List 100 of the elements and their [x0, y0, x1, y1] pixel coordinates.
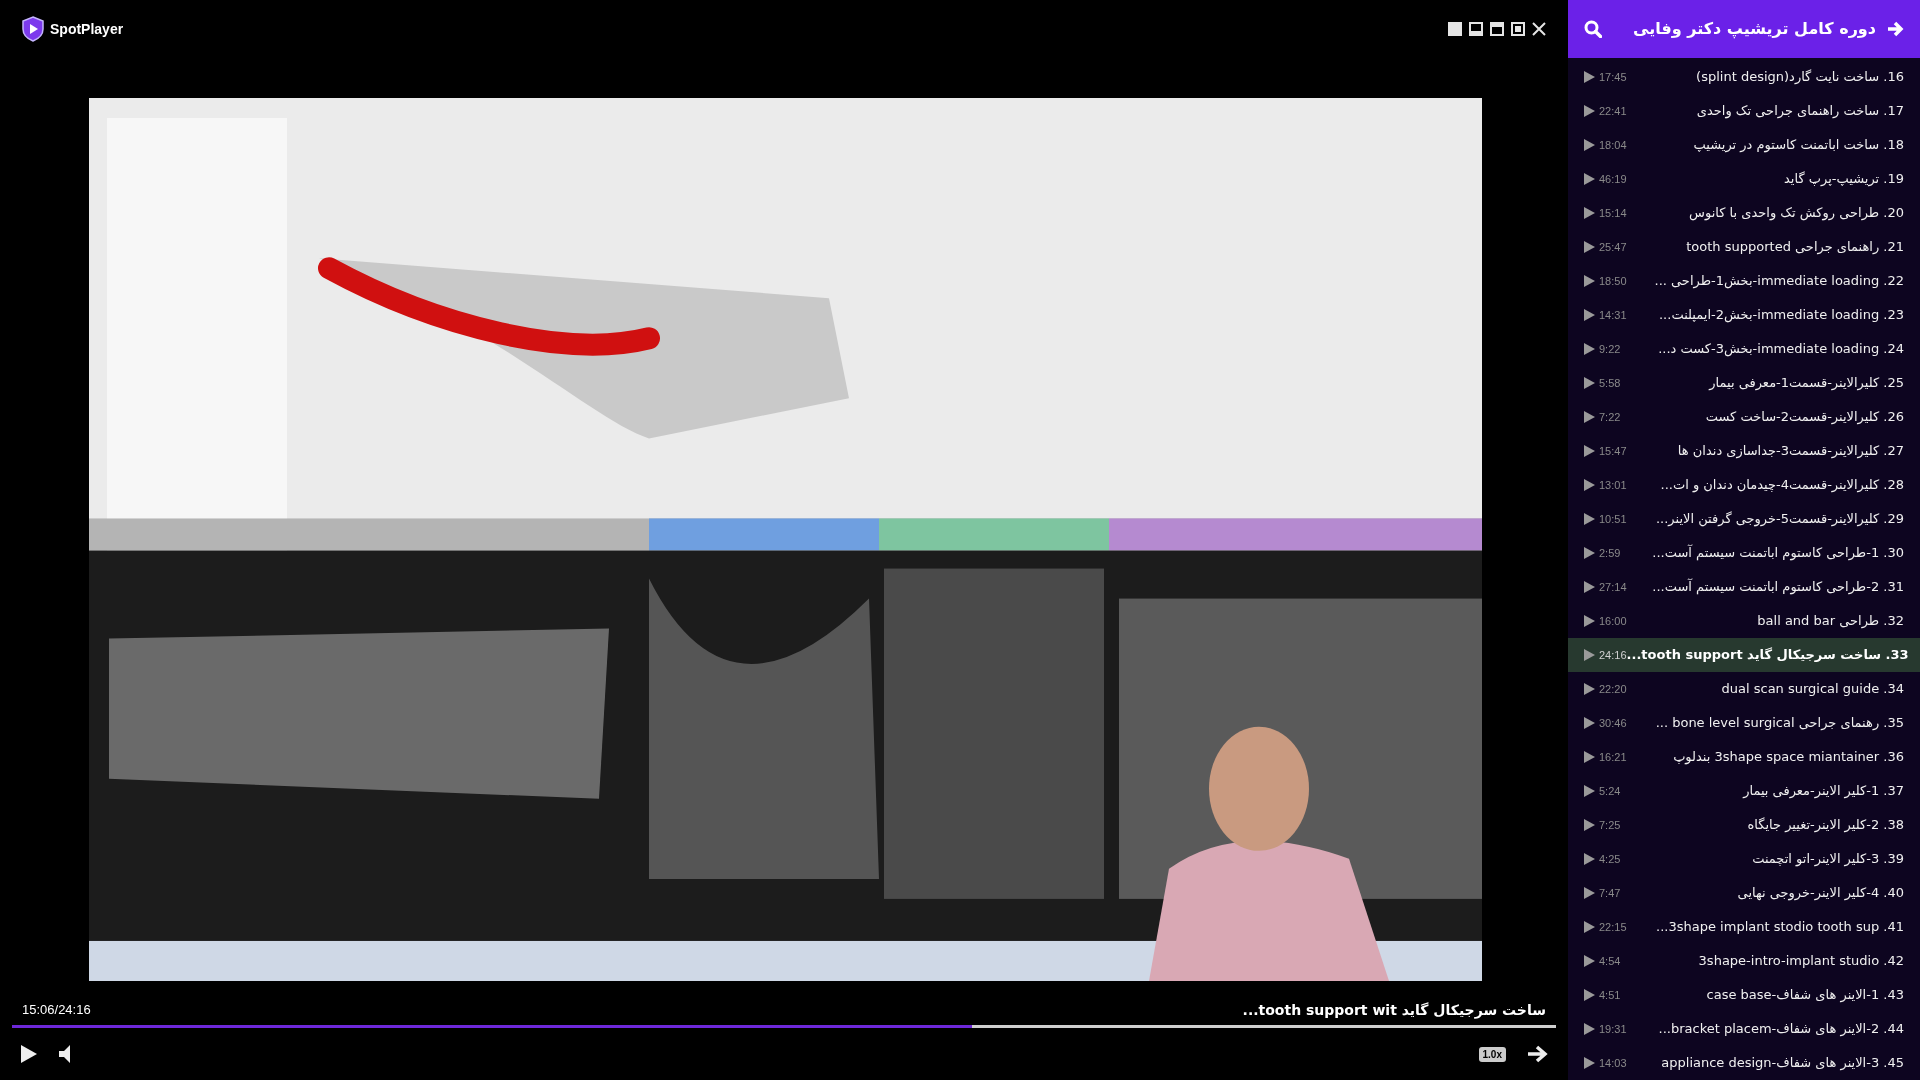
- item-title: 41. 3shape implant stodio tooth sup...: [1656, 918, 1904, 937]
- item-duration: 5:24: [1599, 783, 1621, 799]
- item-duration: 7:25: [1599, 817, 1621, 833]
- item-title: 16. ساخت نایت گارد(splint design): [1696, 68, 1904, 87]
- item-title: 19. تریشیپ-پرپ گاید: [1784, 170, 1904, 189]
- item-title: 43. 1-الاینر های شفاف-case base: [1706, 986, 1904, 1005]
- item-title: 36. 3shape space miantainer بندلوپ: [1673, 748, 1904, 767]
- playlist-item[interactable]: 4:54 42. 3shape-intro-implant studio: [1568, 944, 1920, 978]
- close-icon[interactable]: [1532, 22, 1546, 36]
- item-title: 28. کلیرالاینر-قسمت4-چیدمان دندان و ات...: [1660, 476, 1904, 495]
- item-title: 23. immediate loading-بخش2-ایمپلنت...: [1659, 306, 1904, 325]
- play-icon: [1584, 853, 1595, 865]
- item-title: 34. dual scan surgical guide: [1721, 680, 1904, 699]
- play-icon: [1584, 717, 1595, 729]
- item-duration: 16:21: [1599, 749, 1627, 765]
- play-icon: [1584, 887, 1595, 899]
- item-duration: 30:46: [1599, 715, 1627, 731]
- play-icon: [1584, 1023, 1595, 1035]
- item-duration: 18:04: [1599, 137, 1627, 153]
- play-icon[interactable]: [20, 1044, 38, 1064]
- play-icon: [1584, 377, 1595, 389]
- play-icon: [1584, 173, 1595, 185]
- play-icon: [1584, 581, 1595, 593]
- item-duration: 22:20: [1599, 681, 1627, 697]
- play-icon: [1584, 547, 1595, 559]
- item-duration: 5:58: [1599, 375, 1621, 391]
- item-title: 42. 3shape-intro-implant studio: [1698, 952, 1904, 971]
- item-title: 29. کلیرالاینر-قسمت5-خروجی گرفتن الاینر...: [1655, 510, 1904, 529]
- item-duration: 13:01: [1599, 477, 1627, 493]
- speed-badge[interactable]: 1.0x: [1478, 1046, 1506, 1062]
- item-title: 32. طراحی ball and bar: [1757, 612, 1904, 631]
- play-icon: [1584, 275, 1595, 287]
- item-title: 24. immediate loading-بخش3-کست د...: [1658, 340, 1904, 359]
- item-duration: 15:47: [1599, 443, 1627, 459]
- play-icon: [1584, 921, 1595, 933]
- item-title: 21. راهنمای جراحی tooth supported: [1686, 238, 1904, 257]
- play-icon: [1584, 785, 1595, 797]
- play-icon: [1584, 649, 1595, 661]
- item-duration: 14:31: [1599, 307, 1627, 323]
- play-icon: [1584, 819, 1595, 831]
- item-duration: 4:54: [1599, 953, 1621, 969]
- item-duration: 27:14: [1599, 579, 1627, 595]
- arrow-right-icon[interactable]: [1526, 1044, 1548, 1064]
- play-icon: [1584, 309, 1595, 321]
- progress-bar[interactable]: [12, 1025, 1556, 1028]
- item-duration: 7:22: [1599, 409, 1621, 425]
- item-title: 22. immediate loading-بخش1-طراحی ...: [1654, 272, 1904, 291]
- item-duration: 24:16: [1599, 647, 1627, 661]
- play-icon: [1584, 751, 1595, 763]
- item-title: 44. 2-الاینر های شفاف-bracket placem...: [1658, 1020, 1904, 1039]
- item-title: 33. ساخت سرجیکال گاید tooth support...: [1626, 646, 1909, 665]
- play-icon: [1584, 207, 1595, 219]
- item-duration: 18:50: [1599, 273, 1627, 289]
- play-icon: [1584, 955, 1595, 967]
- play-icon: [1584, 411, 1595, 423]
- item-title: 26. کلیرالاینر-قسمت2-ساخت کست: [1705, 408, 1904, 427]
- item-duration: 16:00: [1599, 613, 1627, 629]
- play-icon: [1584, 615, 1595, 627]
- search-icon[interactable]: [1584, 20, 1602, 38]
- time-display: 15:06/24:16: [22, 1001, 91, 1020]
- item-duration: 22:41: [1599, 103, 1627, 119]
- item-title: 20. طراحی روکش تک واحدی با کانوس: [1689, 204, 1904, 223]
- app-name: SpotPlayer: [50, 19, 124, 39]
- item-duration: 10:51: [1599, 511, 1627, 527]
- item-title: 45. 3-الاینر های شفاف-appliance design: [1661, 1054, 1904, 1073]
- item-title: 30. 1-طراحی کاستوم اباتمنت سیستم آست...: [1652, 543, 1904, 563]
- play-icon: [1584, 989, 1595, 1001]
- play-icon: [1584, 479, 1595, 491]
- item-title: 27. کلیرالاینر-قسمت3-جداسازی دندان ها: [1677, 442, 1904, 461]
- play-icon: [1584, 139, 1595, 151]
- item-duration: 4:25: [1599, 851, 1621, 867]
- item-title: 18. ساخت اباتمنت کاستوم در تریشیپ: [1693, 136, 1904, 155]
- item-title: 31. 2-طراحی کاستوم اباتمنت سیستم آست...: [1652, 577, 1904, 597]
- item-duration: 17:45: [1599, 69, 1627, 85]
- item-duration: 4:51: [1599, 987, 1621, 1003]
- item-title: 17. ساخت راهنمای جراحی تک واحدی: [1696, 102, 1904, 121]
- item-duration: 15:14: [1599, 205, 1627, 221]
- play-icon: [1584, 683, 1595, 695]
- dock-bottom-button[interactable]: [1469, 22, 1483, 36]
- play-icon: [1584, 241, 1595, 253]
- item-duration: 9:22: [1599, 341, 1621, 357]
- restore-button[interactable]: [1511, 22, 1525, 36]
- item-title: 40. 4-کلیر الاینر-خروجی نهایی: [1737, 884, 1904, 903]
- playlist-item[interactable]: 22:20 34. dual scan surgical guide: [1568, 672, 1920, 706]
- play-icon: [1584, 513, 1595, 525]
- play-icon: [1584, 71, 1595, 83]
- item-title: 38. 2-کلیر الاینر-تغییر جایگاه: [1747, 816, 1904, 835]
- item-duration: 7:47: [1599, 885, 1621, 901]
- play-icon: [1584, 1057, 1595, 1069]
- item-duration: 25:47: [1599, 239, 1627, 255]
- item-duration: 2:59: [1599, 545, 1621, 561]
- item-duration: 46:19: [1599, 171, 1627, 187]
- item-title: 39. 3-کلیر الاینر-اتو اتچمنت: [1752, 850, 1904, 869]
- dock-top-button[interactable]: [1490, 22, 1504, 36]
- playlist-title: دوره کامل تریشیپ دکتر وفایی: [1633, 18, 1876, 41]
- item-duration: 19:31: [1599, 1021, 1627, 1037]
- play-icon: [1584, 343, 1595, 355]
- item-duration: 22:15: [1599, 919, 1627, 935]
- playlist-item[interactable]: 22:15 41. 3shape implant stodio tooth sup...: [1568, 910, 1920, 944]
- video-title: ساخت سرجیکال گاید tooth support wit...: [1242, 1000, 1546, 1021]
